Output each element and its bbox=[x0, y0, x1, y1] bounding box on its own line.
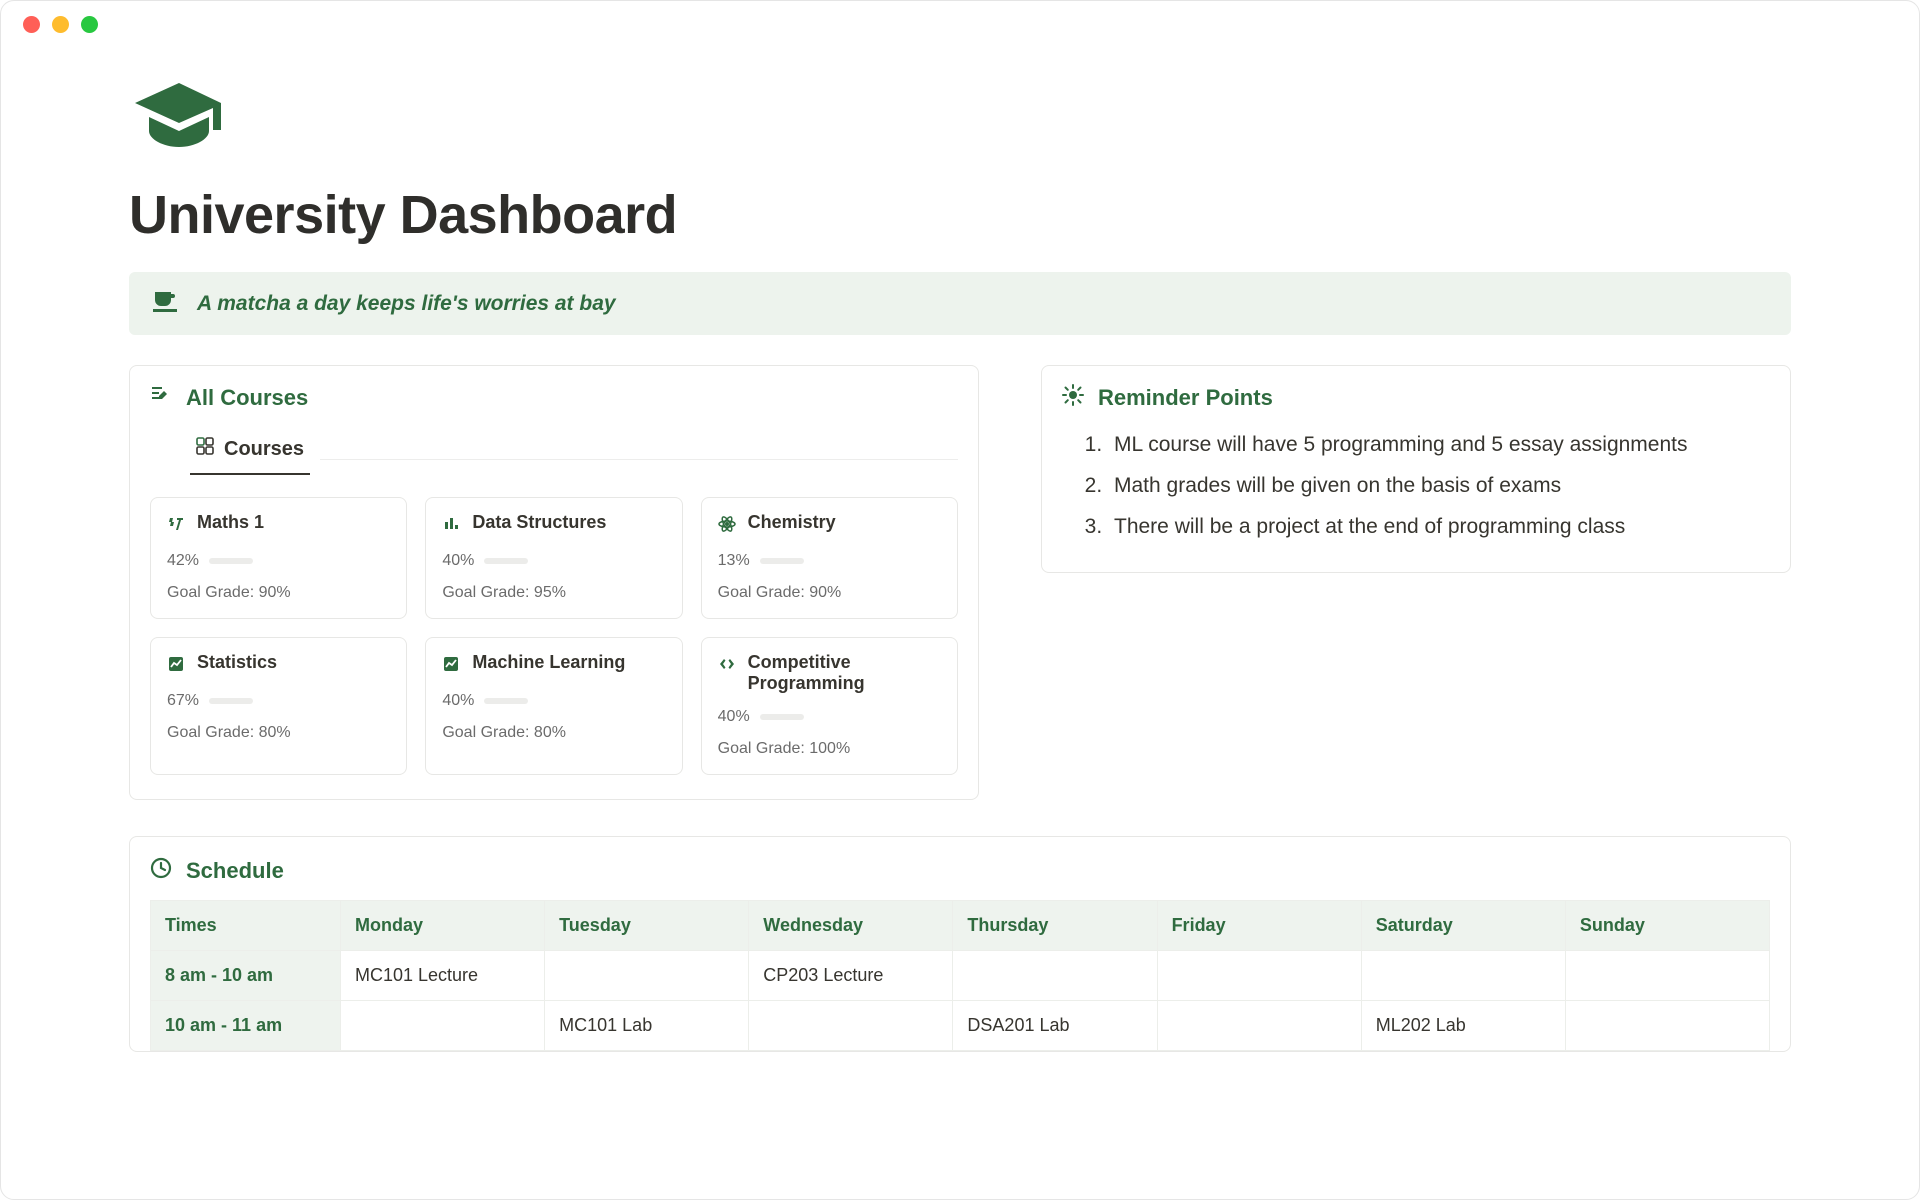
reminder-item: Math grades will be given on the basis o… bbox=[1108, 466, 1770, 507]
all-courses-title: All Courses bbox=[186, 385, 308, 411]
schedule-cell[interactable]: MC101 Lab bbox=[545, 1001, 749, 1051]
course-progress-label: 40% bbox=[718, 708, 750, 726]
course-tile[interactable]: Chemistry 13% Goal Grade: 90% bbox=[701, 497, 958, 619]
course-name: Machine Learning bbox=[472, 652, 625, 673]
schedule-cell[interactable] bbox=[1361, 951, 1565, 1001]
schedule-cell[interactable] bbox=[749, 1001, 953, 1051]
schedule-cell[interactable] bbox=[341, 1001, 545, 1051]
reminders-title: Reminder Points bbox=[1098, 385, 1273, 411]
course-grid: Maths 1 42% Goal Grade: 90% Data Structures… bbox=[150, 497, 958, 775]
course-goal-grade: Goal Grade: 100% bbox=[718, 740, 941, 758]
window-close-button[interactable] bbox=[23, 16, 40, 33]
cup-icon bbox=[153, 290, 179, 317]
course-tile[interactable]: Competitive Programming 40% Goal Grade: 10… bbox=[701, 637, 958, 775]
course-progress-bar bbox=[760, 714, 804, 720]
course-name: Maths 1 bbox=[197, 512, 264, 533]
course-goal-grade: Goal Grade: 95% bbox=[442, 584, 665, 602]
page-title: University Dashboard bbox=[129, 184, 1791, 246]
schedule-column-header: Friday bbox=[1157, 901, 1361, 951]
schedule-column-header: Thursday bbox=[953, 901, 1157, 951]
schedule-column-header: Times bbox=[151, 901, 341, 951]
bars-icon bbox=[442, 512, 460, 538]
reminders-list: ML course will have 5 programming and 5 … bbox=[1062, 425, 1770, 548]
schedule-table: TimesMondayTuesdayWednesdayThursdayFrida… bbox=[150, 900, 1770, 1051]
course-tile[interactable]: Machine Learning 40% Goal Grade: 80% bbox=[425, 637, 682, 775]
schedule-header-row: TimesMondayTuesdayWednesdayThursdayFrida… bbox=[151, 901, 1770, 951]
course-progress-bar bbox=[209, 558, 253, 564]
quote-callout: A matcha a day keeps life's worries at b… bbox=[129, 272, 1791, 335]
sun-icon bbox=[1062, 384, 1084, 411]
course-progress-label: 13% bbox=[718, 552, 750, 570]
course-goal-grade: Goal Grade: 90% bbox=[167, 584, 390, 602]
page-content: University Dashboard A matcha a day keep… bbox=[1, 47, 1919, 1052]
course-progress-label: 40% bbox=[442, 692, 474, 710]
course-goal-grade: Goal Grade: 80% bbox=[442, 724, 665, 742]
course-name: Data Structures bbox=[472, 512, 606, 533]
app-window: University Dashboard A matcha a day keep… bbox=[0, 0, 1920, 1200]
reminder-item: There will be a project at the end of pr… bbox=[1108, 507, 1770, 548]
course-tile[interactable]: Statistics 67% Goal Grade: 80% bbox=[150, 637, 407, 775]
course-goal-grade: Goal Grade: 80% bbox=[167, 724, 390, 742]
window-titlebar bbox=[1, 1, 1919, 47]
course-tile[interactable]: Maths 1 42% Goal Grade: 90% bbox=[150, 497, 407, 619]
schedule-cell[interactable]: MC101 Lecture bbox=[341, 951, 545, 1001]
window-minimize-button[interactable] bbox=[52, 16, 69, 33]
all-courses-card: All Courses Courses Maths 1 42% Goal Grade… bbox=[129, 365, 979, 800]
chart-icon bbox=[167, 652, 185, 678]
schedule-cell[interactable] bbox=[1157, 1001, 1361, 1051]
course-progress-bar bbox=[484, 558, 528, 564]
quote-text: A matcha a day keeps life's worries at b… bbox=[197, 292, 616, 316]
tab-courses-label: Courses bbox=[224, 438, 304, 461]
code-icon bbox=[718, 652, 736, 678]
tab-rail bbox=[320, 459, 958, 460]
schedule-cell[interactable]: DSA201 Lab bbox=[953, 1001, 1157, 1051]
schedule-card: Schedule TimesMondayTuesdayWednesdayThur… bbox=[129, 836, 1791, 1052]
gallery-icon bbox=[196, 437, 214, 461]
reminder-item: ML course will have 5 programming and 5 … bbox=[1108, 425, 1770, 466]
schedule-column-header: Sunday bbox=[1565, 901, 1769, 951]
atom-icon bbox=[718, 512, 736, 538]
tab-courses[interactable]: Courses bbox=[190, 429, 310, 475]
graduation-cap-icon bbox=[129, 77, 1791, 160]
schedule-column-header: Wednesday bbox=[749, 901, 953, 951]
schedule-cell[interactable]: ML202 Lab bbox=[1361, 1001, 1565, 1051]
schedule-time-cell: 8 am - 10 am bbox=[151, 951, 341, 1001]
course-tile[interactable]: Data Structures 40% Goal Grade: 95% bbox=[425, 497, 682, 619]
schedule-column-header: Tuesday bbox=[545, 901, 749, 951]
schedule-row: 10 am - 11 am MC101 Lab DSA201 Lab ML202 La… bbox=[151, 1001, 1770, 1051]
schedule-cell[interactable]: CP203 Lecture bbox=[749, 951, 953, 1001]
clock-icon bbox=[150, 857, 172, 884]
course-progress-label: 42% bbox=[167, 552, 199, 570]
course-goal-grade: Goal Grade: 90% bbox=[718, 584, 941, 602]
schedule-cell[interactable] bbox=[953, 951, 1157, 1001]
schedule-title: Schedule bbox=[186, 858, 284, 884]
course-name: Competitive Programming bbox=[748, 652, 941, 694]
schedule-column-header: Monday bbox=[341, 901, 545, 951]
course-name: Statistics bbox=[197, 652, 277, 673]
schedule-time-cell: 10 am - 11 am bbox=[151, 1001, 341, 1051]
course-name: Chemistry bbox=[748, 512, 836, 533]
chart-icon bbox=[442, 652, 460, 678]
schedule-cell[interactable] bbox=[1157, 951, 1361, 1001]
course-progress-bar bbox=[209, 698, 253, 704]
schedule-row: 8 am - 10 amMC101 Lecture CP203 Lecture bbox=[151, 951, 1770, 1001]
course-progress-bar bbox=[760, 558, 804, 564]
course-progress-bar bbox=[484, 698, 528, 704]
formula-icon bbox=[167, 512, 185, 538]
schedule-column-header: Saturday bbox=[1361, 901, 1565, 951]
course-progress-label: 40% bbox=[442, 552, 474, 570]
schedule-cell[interactable] bbox=[1565, 951, 1769, 1001]
schedule-cell[interactable] bbox=[545, 951, 749, 1001]
schedule-cell[interactable] bbox=[1565, 1001, 1769, 1051]
course-progress-label: 67% bbox=[167, 692, 199, 710]
window-zoom-button[interactable] bbox=[81, 16, 98, 33]
list-edit-icon bbox=[150, 384, 172, 411]
schedule-body: 8 am - 10 amMC101 LectureCP203 Lecture10… bbox=[151, 951, 1770, 1051]
reminders-card: Reminder Points ML course will have 5 pr… bbox=[1041, 365, 1791, 573]
